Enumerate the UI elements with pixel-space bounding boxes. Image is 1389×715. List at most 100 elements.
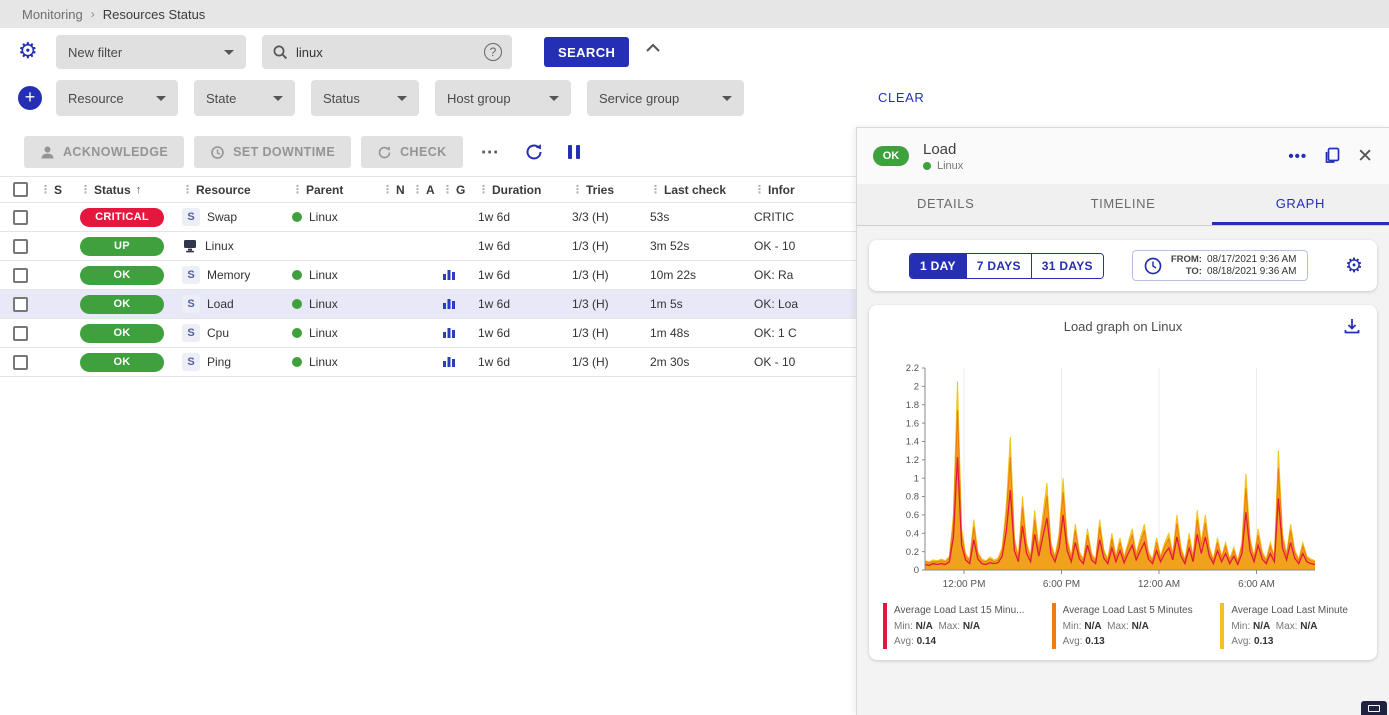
row-checkbox[interactable] — [13, 355, 28, 370]
saved-filter-dropdown[interactable]: New filter — [56, 35, 246, 69]
collapse-filters-chevron-up-icon[interactable] — [644, 42, 662, 54]
close-panel-icon[interactable]: ✕ — [1357, 147, 1373, 166]
tab-timeline[interactable]: TIMELINE — [1034, 184, 1211, 225]
tab-graph[interactable]: GRAPH — [1212, 184, 1389, 225]
column-header-parent[interactable]: ⋮ Parent — [292, 183, 382, 197]
range-button-7-days[interactable]: 7 DAYS — [967, 254, 1032, 278]
graph-cell[interactable] — [442, 296, 478, 313]
graph-icon[interactable] — [442, 354, 456, 368]
duration-cell: 1w 6d — [478, 326, 572, 340]
export-download-icon[interactable] — [1343, 317, 1361, 335]
search-help-icon[interactable]: ? — [484, 43, 502, 61]
parent-cell[interactable]: Linux — [292, 297, 382, 311]
tab-details[interactable]: DETAILS — [857, 184, 1034, 225]
column-header-a[interactable]: ⋮ A — [412, 183, 442, 197]
acknowledge-button[interactable]: ACKNOWLEDGE — [24, 136, 184, 168]
search-box[interactable]: ? — [262, 35, 512, 69]
row-checkbox[interactable] — [13, 297, 28, 312]
panel-more-icon[interactable]: ••• — [1288, 148, 1307, 165]
graph-settings-gear-icon[interactable]: ⚙ — [1345, 253, 1363, 278]
search-button[interactable]: SEARCH — [544, 37, 629, 67]
column-header-resource[interactable]: ⋮ Resource — [182, 183, 292, 197]
range-button-1-day[interactable]: 1 DAY — [910, 254, 967, 278]
legend-item-average-load-last-minute[interactable]: Average Load Last Minute Min: N/A Max: N… — [1220, 603, 1377, 650]
chevron-down-icon — [273, 96, 283, 101]
column-header-infor[interactable]: ⋮ Infor — [754, 183, 856, 197]
information-cell: OK: Loa — [754, 297, 856, 311]
filter-dropdown-service-group[interactable]: Service group — [587, 80, 744, 116]
parent-cell[interactable]: Linux — [292, 210, 382, 224]
check-button[interactable]: CHECK — [361, 136, 462, 168]
graph-cell[interactable] — [442, 325, 478, 342]
filter-settings-gear-icon[interactable]: ⚙ — [18, 40, 38, 62]
column-header-duration[interactable]: ⋮ Duration — [478, 183, 572, 197]
svg-text:1.2: 1.2 — [906, 455, 919, 466]
resource-row-cpu[interactable]: OK S Cpu Linux 1w 6d 1/3 (H) 1m 48s OK: … — [0, 319, 856, 348]
parent-cell[interactable]: Linux — [292, 326, 382, 340]
resource-cell[interactable]: S Swap — [182, 208, 292, 226]
filter-dropdown-label: Service group — [599, 91, 679, 106]
filter-dropdown-host-group[interactable]: Host group — [435, 80, 571, 116]
filter-dropdown-status[interactable]: Status — [311, 80, 419, 116]
from-value[interactable]: 08/17/2021 9:36 AM — [1207, 254, 1297, 265]
tries-cell: 1/3 (H) — [572, 355, 650, 369]
range-button-31-days[interactable]: 31 DAYS — [1032, 254, 1103, 278]
resource-cell[interactable]: Linux — [182, 238, 292, 254]
column-header-last-check[interactable]: ⋮ Last check — [650, 183, 754, 197]
graph-icon[interactable] — [442, 325, 456, 339]
svg-text:2.2: 2.2 — [906, 363, 919, 374]
refresh-icon[interactable] — [518, 142, 550, 162]
column-header-tries[interactable]: ⋮ Tries — [572, 183, 650, 197]
copy-link-icon[interactable] — [1323, 147, 1341, 165]
search-input[interactable] — [296, 45, 476, 60]
clear-filters-link[interactable]: CLEAR — [878, 90, 924, 105]
column-header-s[interactable]: ⋮ S — [40, 183, 80, 197]
parent-cell[interactable]: Linux — [292, 355, 382, 369]
svg-text:12:00 PM: 12:00 PM — [943, 579, 986, 590]
filter-dropdown-resource[interactable]: Resource — [56, 80, 178, 116]
more-actions-icon[interactable]: ⋯ — [473, 142, 508, 163]
column-header-n[interactable]: ⋮ N — [382, 183, 412, 197]
row-checkbox[interactable] — [13, 210, 28, 225]
graph-icon[interactable] — [442, 296, 456, 310]
graph-cell[interactable] — [442, 267, 478, 284]
resource-cell[interactable]: S Load — [182, 295, 292, 313]
set-downtime-button[interactable]: SET DOWNTIME — [194, 136, 351, 168]
load-graph-chart[interactable]: 00.20.40.60.811.21.41.61.822.212:00 PM6:… — [891, 360, 1377, 599]
information-cell: OK - 10 — [754, 239, 856, 253]
column-header-status[interactable]: ⋮ Status ↑ — [80, 183, 182, 197]
legend-color-bar — [883, 603, 887, 649]
pause-autorefresh-icon[interactable] — [560, 143, 588, 161]
select-all-checkbox[interactable] — [13, 182, 28, 197]
breadcrumb-monitoring[interactable]: Monitoring — [22, 7, 83, 22]
bottom-right-widget-icon[interactable] — [1361, 701, 1387, 715]
legend-color-bar — [1220, 603, 1224, 649]
filter-dropdown-state[interactable]: State — [194, 80, 295, 116]
resource-row-swap[interactable]: CRITICAL S Swap Linux 1w 6d 3/3 (H) 53s … — [0, 203, 856, 232]
from-to-picker[interactable]: FROM: 08/17/2021 9:36 AM TO: 08/18/2021 … — [1132, 250, 1308, 281]
legend-avg: Avg: 0.14 — [894, 634, 1024, 650]
svg-text:0.6: 0.6 — [906, 510, 919, 521]
graph-icon[interactable] — [442, 267, 456, 281]
panel-subtitle[interactable]: Linux — [923, 160, 963, 172]
service-type-chip: S — [182, 208, 200, 226]
row-checkbox[interactable] — [13, 326, 28, 341]
parent-cell[interactable]: Linux — [292, 268, 382, 282]
add-criteria-button[interactable]: + — [18, 86, 42, 110]
to-value[interactable]: 08/18/2021 9:36 AM — [1207, 266, 1297, 277]
chevron-down-icon — [722, 96, 732, 101]
resource-row-linux[interactable]: UP Linux 1w 6d 1/3 (H) 3m 52s OK - 10 — [0, 232, 856, 261]
legend-item-average-load-last-15-minu[interactable]: Average Load Last 15 Minu... Min: N/A Ma… — [883, 603, 1040, 650]
resource-row-memory[interactable]: OK S Memory Linux 1w 6d 1/3 (H) 10m 22s … — [0, 261, 856, 290]
resource-row-ping[interactable]: OK S Ping Linux 1w 6d 1/3 (H) 2m 30s OK … — [0, 348, 856, 377]
row-checkbox[interactable] — [13, 239, 28, 254]
resource-cell[interactable]: S Cpu — [182, 324, 292, 342]
resource-cell[interactable]: S Ping — [182, 353, 292, 371]
column-header-g[interactable]: ⋮ G — [442, 183, 478, 197]
resource-cell[interactable]: S Memory — [182, 266, 292, 284]
svg-text:1.8: 1.8 — [906, 400, 919, 411]
graph-cell[interactable] — [442, 354, 478, 371]
row-checkbox[interactable] — [13, 268, 28, 283]
legend-item-average-load-last-5-minutes[interactable]: Average Load Last 5 Minutes Min: N/A Max… — [1052, 603, 1209, 650]
resource-row-load[interactable]: OK S Load Linux 1w 6d 1/3 (H) 1m 5s OK: … — [0, 290, 856, 319]
